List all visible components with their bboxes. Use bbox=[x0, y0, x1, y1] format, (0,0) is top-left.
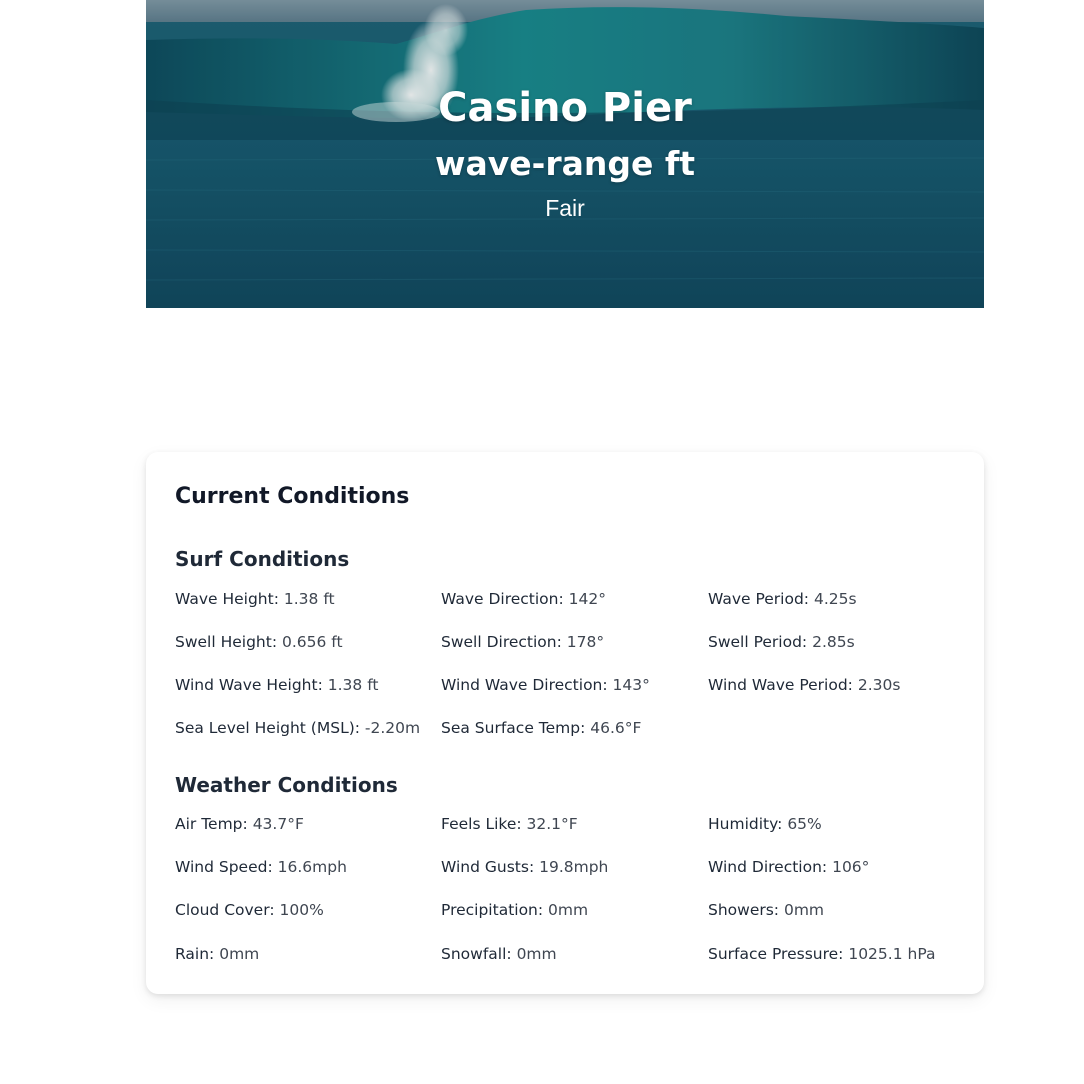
item-value: 46.6°F bbox=[590, 719, 642, 737]
showers-item: Showers: 0mm bbox=[708, 900, 824, 920]
item-label: Rain: bbox=[175, 945, 215, 963]
weather-conditions-title: Weather Conditions bbox=[175, 773, 398, 797]
item-label: Wave Height: bbox=[175, 590, 279, 608]
item-label: Sea Surface Temp: bbox=[441, 719, 586, 737]
item-value: 0mm bbox=[219, 945, 260, 963]
item-value: 4.25s bbox=[813, 590, 857, 608]
current-conditions-card: Current Conditions Surf Conditions Wave … bbox=[146, 452, 984, 994]
item-value: 0.656 ft bbox=[282, 633, 343, 651]
item-value: 16.6mph bbox=[277, 858, 347, 876]
hero-banner: Casino Pier wave-range ft Fair bbox=[146, 0, 984, 308]
precipitation-item: Precipitation: 0mm bbox=[441, 900, 588, 920]
item-value: 32.1°F bbox=[526, 815, 578, 833]
item-value: -2.20m bbox=[364, 719, 421, 737]
wind-wave-period-item: Wind Wave Period: 2.30s bbox=[708, 675, 900, 695]
page: Casino Pier wave-range ft Fair Current C… bbox=[0, 0, 1084, 1084]
item-label: Precipitation: bbox=[441, 901, 544, 919]
item-label: Snowfall: bbox=[441, 945, 512, 963]
swell-period-item: Swell Period: 2.85s bbox=[708, 632, 855, 652]
item-value: 19.8mph bbox=[539, 858, 609, 876]
item-label: Air Temp: bbox=[175, 815, 248, 833]
wind-speed-item: Wind Speed: 16.6mph bbox=[175, 857, 347, 877]
swell-height-item: Swell Height: 0.656 ft bbox=[175, 632, 343, 652]
item-label: Wave Period: bbox=[708, 590, 810, 608]
item-label: Wind Wave Height: bbox=[175, 676, 323, 694]
item-value: 0mm bbox=[516, 945, 557, 963]
item-label: Swell Period: bbox=[708, 633, 808, 651]
item-value: 143° bbox=[612, 676, 650, 694]
sea-level-height-item: Sea Level Height (MSL): -2.20m bbox=[175, 718, 420, 738]
item-value: 178° bbox=[566, 633, 605, 651]
item-label: Wind Wave Direction: bbox=[441, 676, 608, 694]
item-value: 2.30s bbox=[857, 676, 901, 694]
item-value: 0mm bbox=[783, 901, 825, 919]
item-value: 1.38 ft bbox=[283, 590, 335, 608]
item-value: 43.7°F bbox=[252, 815, 304, 833]
rain-item: Rain: 0mm bbox=[175, 944, 259, 964]
item-label: Wind Wave Period: bbox=[708, 676, 853, 694]
wind-direction-item: Wind Direction: 106° bbox=[708, 857, 869, 877]
item-value: 100% bbox=[279, 901, 324, 919]
item-label: Swell Direction: bbox=[441, 633, 562, 651]
wave-period-item: Wave Period: 4.25s bbox=[708, 589, 857, 609]
surface-pressure-item: Surface Pressure: 1025.1 hPa bbox=[708, 944, 935, 964]
wave-range: wave-range ft bbox=[434, 144, 695, 183]
spot-name: Casino Pier bbox=[438, 85, 692, 131]
swell-direction-item: Swell Direction: 178° bbox=[441, 632, 604, 652]
item-value: 1.38 ft bbox=[327, 676, 379, 694]
item-value: 0mm bbox=[548, 901, 589, 919]
item-label: Showers: bbox=[708, 901, 780, 919]
feels-like-item: Feels Like: 32.1°F bbox=[441, 814, 578, 834]
item-value: 2.85s bbox=[812, 633, 855, 651]
surf-conditions-title: Surf Conditions bbox=[175, 547, 350, 571]
item-value: 1025.1 hPa bbox=[848, 945, 936, 963]
wind-gusts-item: Wind Gusts: 19.8mph bbox=[441, 857, 608, 877]
item-label: Wind Gusts: bbox=[441, 858, 535, 876]
item-label: Feels Like: bbox=[441, 815, 522, 833]
sea-surface-temp-item: Sea Surface Temp: 46.6°F bbox=[441, 718, 641, 738]
item-label: Wave Direction: bbox=[441, 590, 564, 608]
item-label: Sea Level Height (MSL): bbox=[175, 719, 360, 737]
wave-height-item: Wave Height: 1.38 ft bbox=[175, 589, 335, 609]
snowfall-item: Snowfall: 0mm bbox=[441, 944, 557, 964]
item-value: 106° bbox=[832, 858, 870, 876]
item-label: Wind Direction: bbox=[708, 858, 828, 876]
item-label: Surface Pressure: bbox=[708, 945, 844, 963]
humidity-item: Humidity: 65% bbox=[708, 814, 822, 834]
wave-direction-item: Wave Direction: 142° bbox=[441, 589, 606, 609]
item-label: Humidity: bbox=[708, 815, 783, 833]
surf-rating: Fair bbox=[545, 195, 585, 221]
item-label: Swell Height: bbox=[175, 633, 278, 651]
card-title: Current Conditions bbox=[175, 484, 410, 509]
item-value: 65% bbox=[787, 815, 822, 833]
cloud-cover-item: Cloud Cover: 100% bbox=[175, 900, 324, 920]
item-label: Wind Speed: bbox=[175, 858, 273, 876]
wind-wave-direction-item: Wind Wave Direction: 143° bbox=[441, 675, 650, 695]
item-value: 142° bbox=[568, 590, 606, 608]
item-label: Cloud Cover: bbox=[175, 901, 275, 919]
wind-wave-height-item: Wind Wave Height: 1.38 ft bbox=[175, 675, 378, 695]
air-temp-item: Air Temp: 43.7°F bbox=[175, 814, 304, 834]
hero-text: Casino Pier wave-range ft Fair bbox=[146, 0, 984, 308]
